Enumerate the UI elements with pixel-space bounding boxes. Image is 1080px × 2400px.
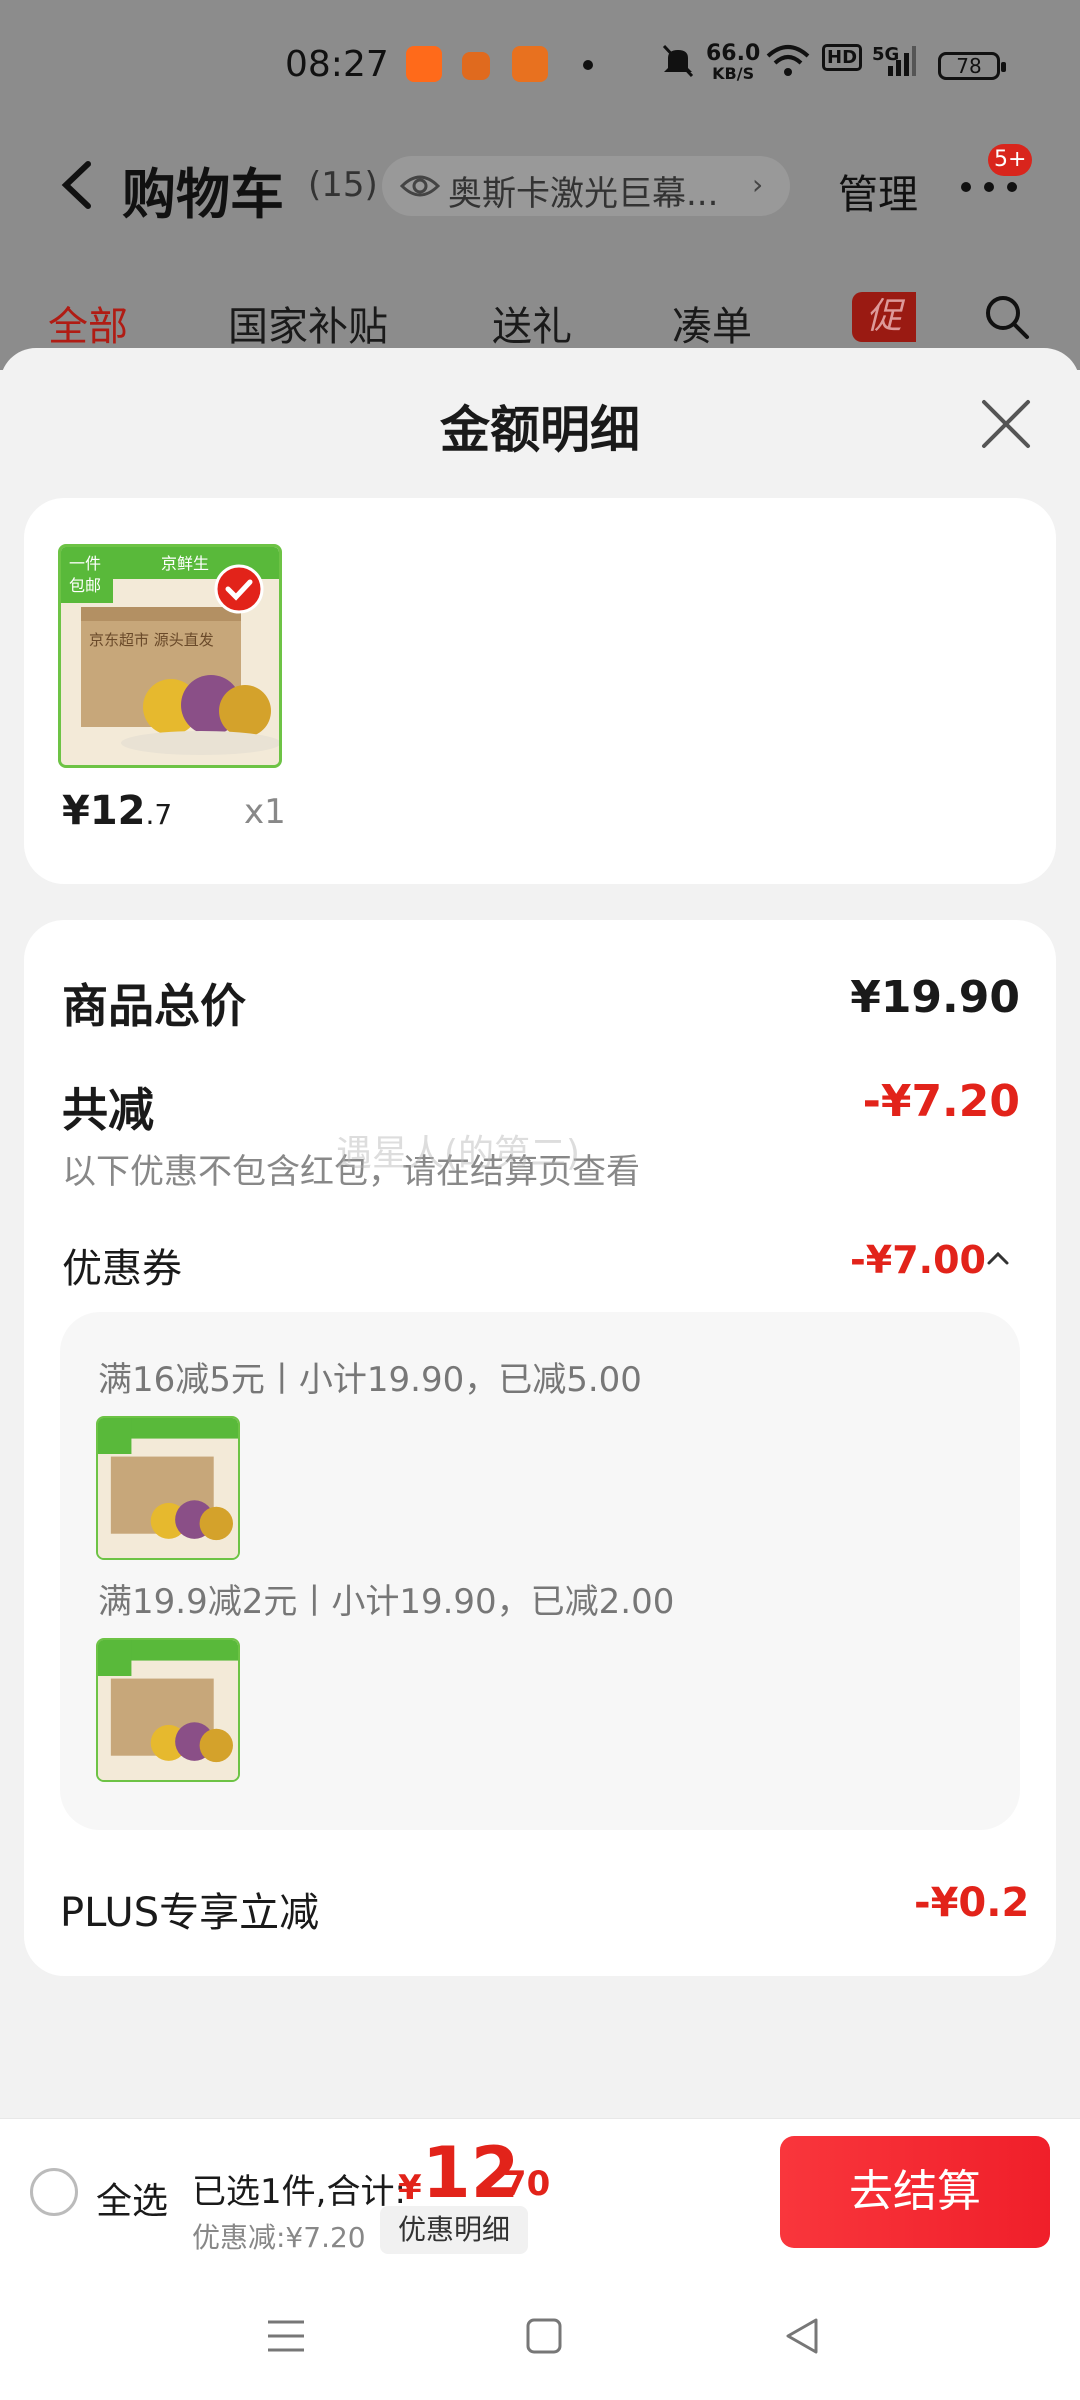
check-icon (214, 564, 264, 614)
product-box-illustration (98, 1640, 238, 1780)
coupon-label: 优惠券 (62, 1246, 182, 1292)
tab-gift[interactable]: 送礼 (492, 294, 572, 352)
coupon-rule: 满16减5元丨小计19.90，已减5.00 (98, 1360, 642, 1400)
select-all-label[interactable]: 全选 (96, 2172, 168, 2224)
status-time: 08:27 (285, 44, 389, 85)
cart-count: (15) (308, 165, 378, 205)
notification-dot (583, 60, 593, 70)
back-triangle-icon[interactable] (780, 2314, 824, 2358)
discount-detail-button[interactable]: 优惠明细 (380, 2206, 529, 2254)
status-bar: 08:27 66.0 KB/S HD 5G 78 (0, 0, 1080, 120)
wifi-icon (766, 45, 810, 76)
signal-icon (888, 46, 916, 76)
close-icon[interactable] (978, 396, 1034, 452)
chevron-up-icon[interactable] (986, 1250, 1010, 1266)
taobao-app-icon (406, 46, 442, 82)
total-reduce-label: 共减 (62, 1083, 154, 1137)
more-icon[interactable] (958, 180, 1020, 194)
checkout-button[interactable]: 去结算 (780, 2136, 1050, 2248)
coupon-product-image (96, 1416, 240, 1560)
svg-text:京东超市 源头直发: 京东超市 源头直发 (89, 631, 214, 649)
tab-add-on[interactable]: 凑单 (672, 294, 752, 352)
eye-icon (400, 175, 440, 197)
coupon-value[interactable]: -¥7.00 (850, 1238, 986, 1282)
search-icon[interactable] (984, 294, 1030, 340)
hd-icon: HD (822, 44, 863, 71)
menu-icon[interactable] (264, 2314, 308, 2358)
svg-text:一件: 一件 (69, 554, 101, 573)
search-placeholder: 奥斯卡激光巨幕... (448, 174, 719, 214)
select-all-radio[interactable] (30, 2168, 78, 2216)
item-price: ¥12.7 (62, 788, 173, 834)
orange-app-icon (462, 52, 490, 80)
coupon-product-image (96, 1638, 240, 1782)
message-badge: 5+ (988, 144, 1033, 176)
item-quantity: x1 (244, 792, 286, 832)
watermark: 遇星人(的第二) (336, 1133, 581, 1174)
tab-national-subsidy[interactable]: 国家补贴 (228, 294, 388, 352)
plus-discount-value: -¥0.2 (914, 1880, 1030, 1926)
selected-summary: 已选1件,合计: (192, 2172, 406, 2212)
total-amount-decimal: .70 (490, 2164, 551, 2204)
coupon-rule: 满19.9减2元丨小计19.90，已减2.00 (98, 1582, 675, 1622)
manage-button[interactable]: 管理 (838, 162, 918, 220)
total-reduce-value: -¥7.20 (862, 1076, 1020, 1127)
total-currency: ¥ (398, 2168, 422, 2208)
chevron-right-icon: › (752, 168, 764, 201)
tab-promo[interactable]: 促 (852, 292, 916, 342)
product-box-illustration (98, 1418, 238, 1558)
tab-all[interactable]: 全部 (48, 294, 128, 352)
back-icon[interactable] (58, 160, 98, 210)
plus-discount-label: PLUS专享立减 (60, 1890, 320, 1936)
net-speed: 66.0 KB/S (706, 41, 761, 84)
discount-summary: 优惠减:¥7.20 (192, 2221, 366, 2254)
book-app-icon (512, 46, 548, 82)
page-title: 购物车 (122, 163, 284, 226)
home-icon[interactable] (522, 2314, 566, 2358)
svg-text:京鲜生: 京鲜生 (161, 554, 209, 573)
battery-indicator: 78 (938, 52, 1006, 80)
total-price-value: ¥19.90 (850, 972, 1020, 1023)
mute-icon (662, 44, 694, 78)
sheet-title: 金额明细 (440, 401, 640, 459)
total-price-label: 商品总价 (62, 979, 246, 1033)
svg-text:包邮: 包邮 (69, 576, 101, 595)
